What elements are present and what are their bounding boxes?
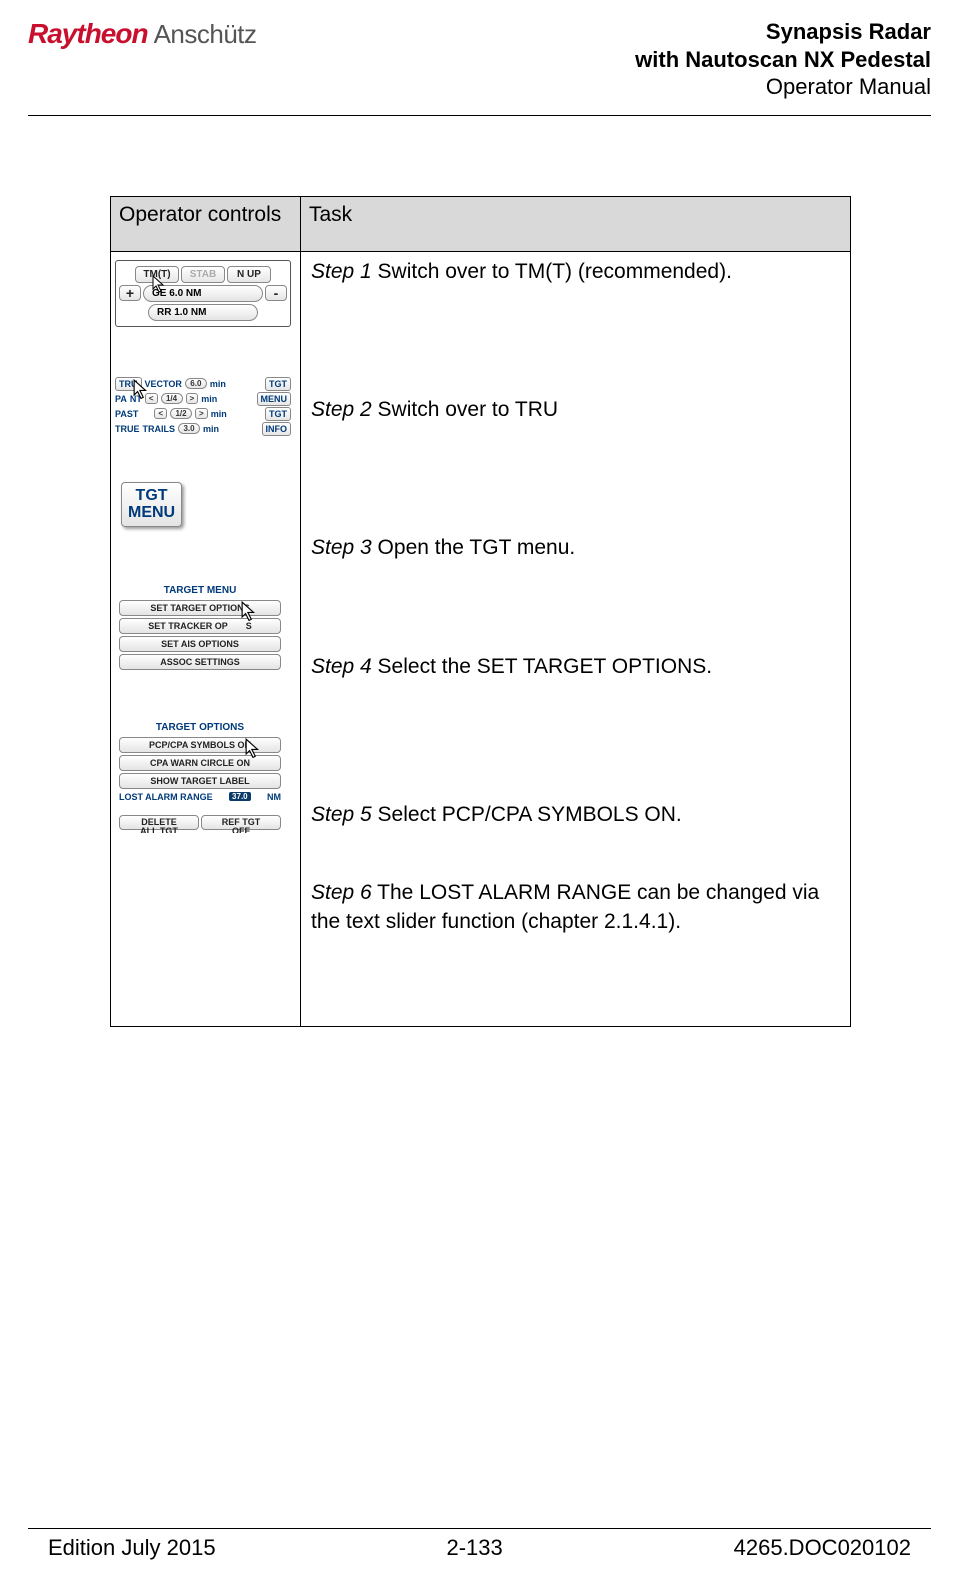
set-target-options-button[interactable]: SET TARGET OPTIONS [119,600,281,616]
min-label: min [210,379,226,389]
footer-page: 2-133 [446,1535,502,1561]
tgt-label-2: TGT [265,407,291,421]
vector-value: 6.0 [185,378,207,389]
range-display: GE 6.0 NM [143,285,263,302]
target-menu-title: TARGET MENU [115,583,285,598]
footer-docnum: 4265.DOC020102 [734,1535,911,1561]
step-3-label: Step 3 [311,536,372,559]
footer-rule [28,1528,931,1529]
th-controls: Operator controls [111,196,301,251]
step-1: Step 1 Switch over to TM(T) (recommended… [311,258,840,286]
min-label-4: min [203,424,219,434]
trails-label: TRAILS [143,424,176,434]
pcp-cpa-symbols-button[interactable]: PCP/CPA SYMBOLS ON [119,737,281,753]
range-panel: TM(T) STAB N UP + GE 6.0 NM - RR 1.0 NM [115,260,291,327]
info-label: INFO [262,422,292,436]
tgt-line1: TGT [128,487,175,505]
dec-button[interactable]: < [145,393,158,404]
step-3-text: Open the TGT menu. [372,536,576,559]
dec-button-2[interactable]: < [154,408,167,419]
range-plus-button[interactable]: + [119,285,141,301]
cpa-warn-circle-button[interactable]: CPA WARN CIRCLE ON [119,755,281,771]
nt-value: 1/4 [161,393,183,404]
step-5-label: Step 5 [311,803,372,826]
step-1-text: Switch over to TM(T) (recommended). [372,260,732,283]
content-area: Operator controls Task TM(T) STAB N UP +… [0,116,959,1027]
inc-button-2[interactable]: > [195,408,208,419]
target-menu-panel: TARGET MENU SET TARGET OPTIONS SET TRACK… [115,583,285,670]
rr-display: RR 1.0 NM [148,304,258,321]
delete-line1: DELETE [120,818,198,827]
step-2-label: Step 2 [311,398,372,421]
delete-all-tgt-button[interactable]: DELETE ALL TGT [119,815,199,830]
step-5: Step 5 Select PCP/CPA SYMBOLS ON. [311,801,840,829]
logo-anschutz: Anschütz [154,19,257,50]
assoc-settings-button[interactable]: ASSOC SETTINGS [119,654,281,670]
step-1-label: Step 1 [311,260,372,283]
tgt-menu-button[interactable]: TGT MENU [121,482,182,527]
ref-tgt-button[interactable]: REF TGT OFF [201,815,281,830]
step-4: Step 4 Select the SET TARGET OPTIONS. [311,653,840,681]
step-4-label: Step 4 [311,655,372,678]
page-header: Raytheon Anschütz Synapsis Radar with Na… [0,0,959,111]
menu-label: MENU [257,392,292,406]
true-label: TRUE [115,424,140,434]
th-task: Task [301,196,851,251]
doc-title-block: Synapsis Radar with Nautoscan NX Pedesta… [635,18,931,101]
doc-title-1: Synapsis Radar [635,18,931,46]
nup-button[interactable]: N UP [227,266,271,283]
set-tracker-options-button[interactable]: SET TRACKER OP S [119,618,281,634]
logo-raytheon: Raytheon [28,18,148,50]
inc-button[interactable]: > [186,393,199,404]
footer-edition: Edition July 2015 [48,1535,216,1561]
step-6-label: Step 6 [311,881,372,904]
procedure-table: Operator controls Task TM(T) STAB N UP +… [110,196,851,1027]
tracker-label-tail: S [246,621,252,631]
tru-button[interactable]: TRU [115,377,142,391]
trails-value: 3.0 [178,423,200,434]
show-target-label-button[interactable]: SHOW TARGET LABEL [119,773,281,789]
target-options-title: TARGET OPTIONS [115,720,285,735]
min-label-3: min [211,409,227,419]
step-6: Step 6 The LOST ALARM RANGE can be chang… [311,879,840,936]
past-label: PAST [115,409,138,419]
step-6-text: The LOST ALARM RANGE can be changed via … [311,881,819,932]
past-value: 1/2 [170,408,192,419]
delete-line2: ALL TGT [120,827,198,833]
lost-alarm-range-row: LOST ALARM RANGE 37.0 NM [115,791,285,803]
target-options-panel: TARGET OPTIONS PCP/CPA SYMBOLS ON CPA WA… [115,720,285,830]
step-5-text: Select PCP/CPA SYMBOLS ON. [372,803,682,826]
lost-alarm-label: LOST ALARM RANGE [119,792,213,802]
doc-title-3: Operator Manual [635,73,931,101]
stab-button[interactable]: STAB [181,266,225,283]
set-ais-options-button[interactable]: SET AIS OPTIONS [119,636,281,652]
step-4-text: Select the SET TARGET OPTIONS. [372,655,712,678]
vector-panel: TRU VECTOR 6.0 min TGT PA NT < 1/4 > min… [115,377,291,436]
tmt-button[interactable]: TM(T) [135,266,179,283]
step-2-text: Switch over to TRU [372,398,558,421]
tgt-label: TGT [265,377,291,391]
lost-alarm-unit: NM [267,792,281,802]
ref-line1: REF TGT [202,818,280,827]
tgt-menu-button-widget: TGT MENU [115,476,188,533]
pa-label: PA [115,394,127,404]
logo: Raytheon Anschütz [28,18,257,50]
step-2: Step 2 Switch over to TRU [311,396,840,424]
range-minus-button[interactable]: - [265,285,287,301]
nt-label: NT [130,394,142,404]
doc-title-2: with Nautoscan NX Pedestal [635,46,931,74]
step-3: Step 3 Open the TGT menu. [311,534,840,562]
task-cell: Step 1 Switch over to TM(T) (recommended… [301,251,851,1026]
tracker-label-part: SET TRACKER OP [148,621,228,631]
tgt-line2: MENU [128,504,175,522]
page-footer: Edition July 2015 2-133 4265.DOC020102 [28,1528,931,1561]
controls-cell: TM(T) STAB N UP + GE 6.0 NM - RR 1.0 NM [111,251,301,1026]
min-label-2: min [201,394,217,404]
lost-alarm-value[interactable]: 37.0 [229,792,251,801]
ref-line2: OFF [202,827,280,833]
vector-label: VECTOR [145,379,182,389]
